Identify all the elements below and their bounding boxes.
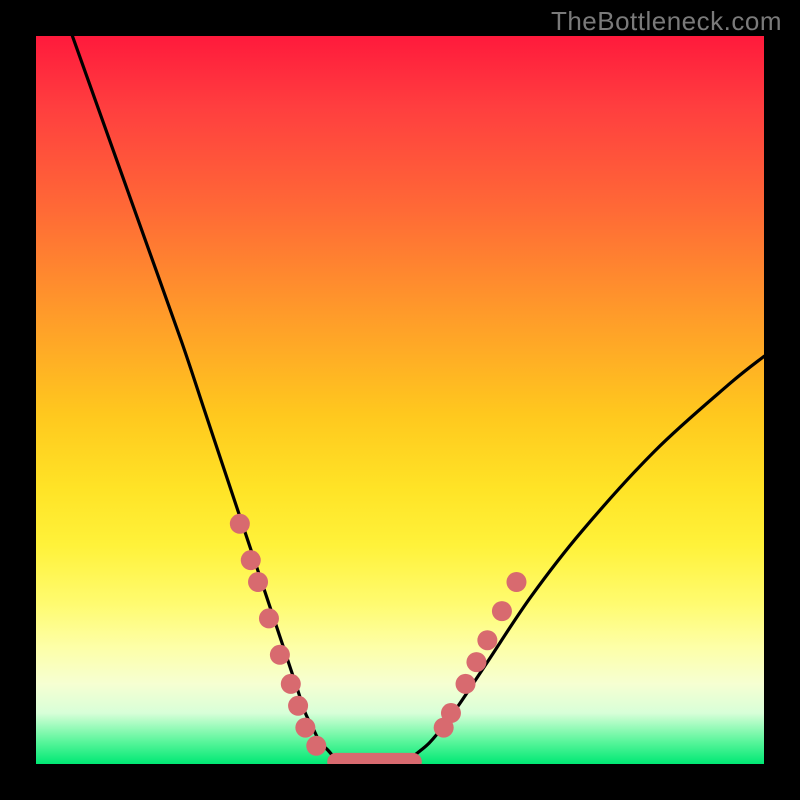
highlight-dot: [248, 572, 268, 592]
highlight-dot: [477, 630, 497, 650]
bottleneck-curve: [72, 36, 764, 764]
highlight-dot: [492, 601, 512, 621]
highlight-dot: [259, 608, 279, 628]
highlight-dot: [281, 674, 301, 694]
highlight-dot: [506, 572, 526, 592]
marker-layer: [230, 514, 527, 764]
highlight-dot: [295, 718, 315, 738]
chart-svg: [36, 36, 764, 764]
plot-area: [36, 36, 764, 764]
highlight-dot: [466, 652, 486, 672]
highlight-dot: [306, 736, 326, 756]
watermark-text: TheBottleneck.com: [551, 6, 782, 37]
highlight-dot: [230, 514, 250, 534]
highlight-dot: [441, 703, 461, 723]
flat-minimum-segment: [327, 753, 422, 764]
highlight-dot: [456, 674, 476, 694]
highlight-dot: [241, 550, 261, 570]
chart-container: TheBottleneck.com: [0, 0, 800, 800]
highlight-dot: [270, 645, 290, 665]
highlight-dot: [288, 696, 308, 716]
curve-layer: [72, 36, 764, 764]
